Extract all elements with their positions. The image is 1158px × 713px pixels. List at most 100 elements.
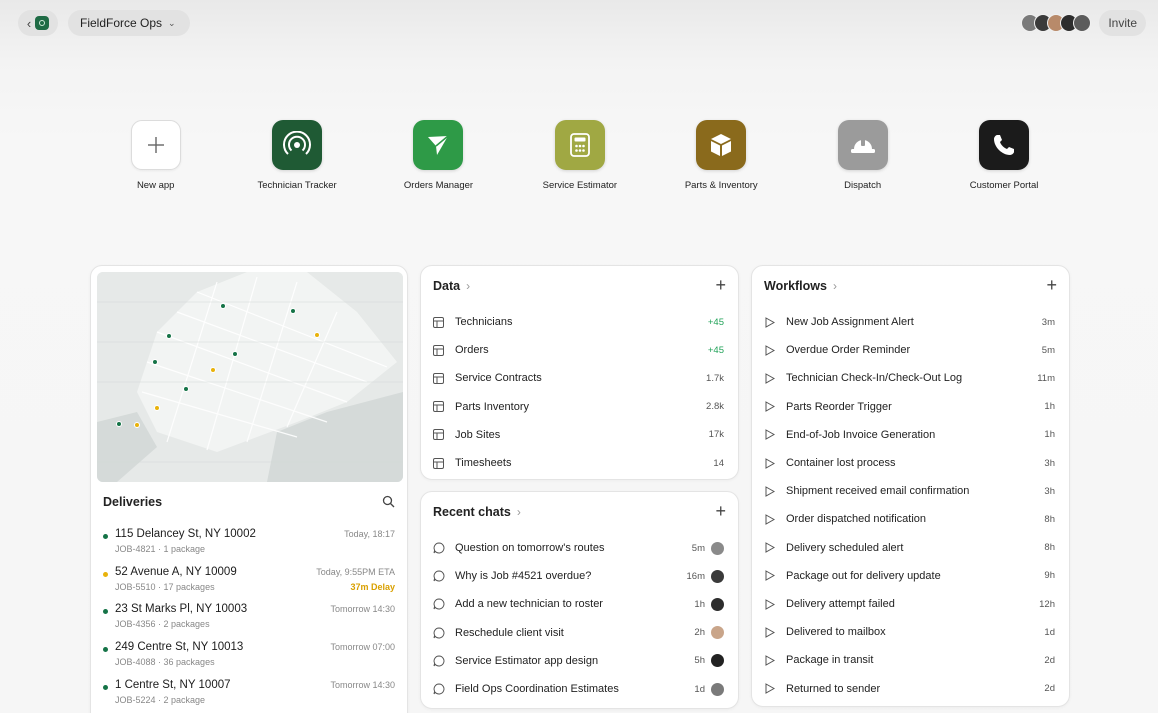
data-title[interactable]: Data › — [433, 279, 470, 293]
chat-item[interactable]: Question on tomorrow's routes 5m — [433, 534, 724, 562]
workflow-item[interactable]: Delivery scheduled alert 8h — [764, 534, 1055, 562]
map-pin[interactable] — [116, 421, 122, 427]
chat-item[interactable]: Reschedule client visit 2h — [433, 619, 724, 647]
map-pin[interactable] — [166, 333, 172, 339]
chat-title: Question on tomorrow's routes — [455, 542, 605, 554]
add-workflow-button[interactable]: + — [1046, 276, 1057, 294]
workflow-item[interactable]: Overdue Order Reminder 5m — [764, 336, 1055, 364]
workflow-name: Technician Check-In/Check-Out Log — [786, 372, 963, 385]
workspace-switcher[interactable]: FieldForce Ops ⌄ — [68, 10, 190, 36]
app-orders-manager[interactable]: Orders Manager — [368, 120, 509, 191]
workflow-item[interactable]: End-of-Job Invoice Generation 1h — [764, 421, 1055, 449]
map-pin[interactable] — [210, 367, 216, 373]
app-tile[interactable] — [413, 120, 464, 170]
search-icon[interactable] — [382, 495, 395, 513]
workflow-time: 8h — [1044, 542, 1055, 554]
data-item-label: Timesheets — [455, 457, 512, 469]
add-data-button[interactable]: + — [715, 276, 726, 294]
map-pin[interactable] — [220, 303, 226, 309]
data-item[interactable]: Service Contracts 1.7k — [433, 364, 724, 392]
app-tile[interactable] — [696, 120, 747, 170]
workflow-item[interactable]: Package in transit 2d — [764, 646, 1055, 674]
chat-item[interactable]: Service Estimator app design 5h — [433, 647, 724, 675]
delivery-item[interactable]: 1 Centre St, NY 10007 JOB-5224 · 2 packag… — [103, 679, 395, 709]
app-tile[interactable] — [837, 120, 888, 170]
workflow-item[interactable]: Delivery attempt failed 12h — [764, 590, 1055, 618]
play-icon — [764, 485, 780, 497]
app-tile[interactable] — [554, 120, 605, 170]
chat-item[interactable]: Why is Job #4521 overdue? 16m — [433, 562, 724, 590]
delivery-map[interactable] — [97, 272, 403, 482]
chat-bubble-icon — [433, 542, 449, 554]
avatar — [711, 682, 724, 696]
workflow-item[interactable]: Technician Check-In/Check-Out Log 11m — [764, 364, 1055, 392]
play-icon — [764, 344, 780, 356]
delivery-item[interactable]: 52 Avenue A, NY 10009 JOB-5510 · 17 packa… — [103, 566, 395, 596]
delay-badge: 37m Delay — [350, 581, 395, 592]
data-card: Data › + Technicians +45 Orders +45 Service C… — [420, 265, 739, 480]
map-pin[interactable] — [314, 332, 320, 338]
map-pin[interactable] — [290, 308, 296, 314]
data-item-count: 1.7k — [706, 372, 724, 384]
app-technician-tracker[interactable]: Technician Tracker — [226, 120, 367, 191]
data-item[interactable]: Parts Inventory 2.8k — [433, 393, 724, 421]
data-item[interactable]: Timesheets 14 — [433, 449, 724, 477]
data-item-count: 2.8k — [706, 401, 724, 413]
chat-time: 5h — [694, 655, 705, 667]
back-button[interactable]: ‹ — [18, 10, 58, 36]
map-pin[interactable] — [183, 386, 189, 392]
play-icon — [764, 683, 780, 694]
app-dispatch[interactable]: Dispatch — [792, 120, 933, 191]
map-pin[interactable] — [232, 351, 238, 357]
chevron-down-icon: ⌄ — [168, 17, 176, 28]
delivery-item[interactable]: 23 St Marks Pl, NY 10003 JOB-4356 · 2 pac… — [103, 603, 395, 633]
workflow-time: 12h — [1039, 598, 1055, 610]
workflow-item[interactable]: Delivered to mailbox 1d — [764, 618, 1055, 646]
workflow-item[interactable]: Shipment received email confirmation 3h — [764, 477, 1055, 505]
workflow-time: 11m — [1037, 372, 1055, 384]
map-pin[interactable] — [152, 359, 158, 365]
data-item[interactable]: Job Sites 17k — [433, 421, 724, 449]
workflow-item[interactable]: Container lost process 3h — [764, 449, 1055, 477]
app-tile[interactable] — [272, 120, 323, 170]
workflow-time: 1h — [1044, 401, 1055, 413]
delivery-time: Today, 9:55PM ETA — [316, 566, 395, 577]
delivery-item[interactable]: 249 Centre St, NY 10013 JOB-4088 · 36 pac… — [103, 641, 395, 671]
collaborator-avatars[interactable] — [1021, 14, 1092, 32]
app-customer-portal[interactable]: Customer Portal — [933, 120, 1074, 191]
play-icon — [764, 373, 780, 384]
map-pin[interactable] — [154, 405, 160, 411]
map-pin[interactable] — [134, 422, 140, 428]
chat-item[interactable]: Field Ops Coordination Estimates 1d — [433, 675, 724, 703]
chat-item[interactable]: Add a new technician to roster 1h — [433, 590, 724, 618]
workflow-item[interactable]: New Job Assignment Alert 3m — [764, 308, 1055, 336]
data-item[interactable]: Technicians +45 — [433, 308, 724, 336]
app-new-app[interactable]: New app — [85, 120, 226, 191]
app-parts-inventory[interactable]: Parts & Inventory — [651, 120, 792, 191]
chevron-left-icon: ‹ — [26, 15, 32, 31]
package-count: 1 package — [163, 544, 206, 554]
app-tile[interactable] — [130, 120, 181, 170]
workflow-item[interactable]: Returned to sender 2d — [764, 675, 1055, 703]
workflow-item[interactable]: Order dispatched notification 8h — [764, 505, 1055, 533]
delivery-item[interactable]: 115 Delancey St, NY 10002 JOB-4821 · 1 pa… — [103, 528, 395, 558]
table-icon — [433, 401, 449, 413]
workflows-title[interactable]: Workflows › — [764, 279, 837, 293]
app-service-estimator[interactable]: Service Estimator — [509, 120, 650, 191]
separator: · — [155, 619, 164, 630]
workspace-name: FieldForce Ops — [80, 16, 163, 30]
data-item[interactable]: Orders +45 — [433, 336, 724, 364]
workflow-time: 3h — [1044, 457, 1055, 469]
workflow-item[interactable]: Package out for delivery update 9h — [764, 562, 1055, 590]
app-tile[interactable] — [979, 120, 1030, 170]
workflow-item[interactable]: Parts Reorder Trigger 1h — [764, 393, 1055, 421]
add-chat-button[interactable]: + — [715, 502, 726, 520]
invite-button[interactable]: Invite — [1099, 10, 1146, 36]
phone-icon — [991, 132, 1017, 158]
recent-chats-title[interactable]: Recent chats › — [433, 505, 521, 519]
plus-icon — [145, 134, 167, 156]
play-icon — [764, 626, 780, 638]
chat-bubble-icon — [433, 683, 449, 695]
avatar — [711, 597, 724, 611]
app-label: Dispatch — [844, 180, 882, 191]
